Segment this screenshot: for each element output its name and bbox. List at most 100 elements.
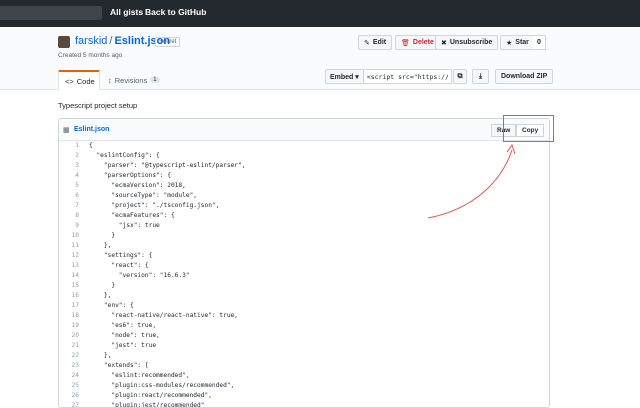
line-content: }, xyxy=(89,242,112,249)
code-line: 9 "jsx": true xyxy=(59,221,549,231)
line-content: "env": { xyxy=(89,302,134,309)
line-content: } xyxy=(89,282,116,289)
code-line: 20 "node": true, xyxy=(59,331,549,341)
tab-revisions[interactable]: ↕ Revisions 1 xyxy=(102,70,166,90)
code-line: 17 "env": { xyxy=(59,301,549,311)
owner-link[interactable]: farskid xyxy=(75,35,107,47)
line-content: "plugin:jest/recommended" xyxy=(89,402,205,408)
line-content: "parser": "@typescript-eslint/parser", xyxy=(89,162,246,169)
line-number[interactable]: 9 xyxy=(59,221,85,231)
line-number[interactable]: 21 xyxy=(59,341,85,351)
code-line: 18 "react-native/react-native": true, xyxy=(59,311,549,321)
code-line: 1{ xyxy=(59,141,549,151)
gist-description: Typescript project setup xyxy=(58,101,138,110)
line-number[interactable]: 12 xyxy=(59,251,85,261)
star-count[interactable]: 0 xyxy=(533,35,546,50)
created-timestamp: Created 5 months ago xyxy=(58,52,123,59)
code-line: 25 "plugin:css-modules/recommended", xyxy=(59,381,549,391)
line-content: }, xyxy=(89,352,112,359)
code-line: 13 "react": { xyxy=(59,261,549,271)
line-number[interactable]: 23 xyxy=(59,361,85,371)
pencil-icon: ✎ xyxy=(364,39,370,47)
line-content: { xyxy=(89,142,93,149)
line-number[interactable]: 19 xyxy=(59,321,85,331)
line-number[interactable]: 3 xyxy=(59,161,85,171)
line-number[interactable]: 15 xyxy=(59,281,85,291)
line-content: "plugin:css-modules/recommended", xyxy=(89,382,235,389)
code-line: 23 "extends": [ xyxy=(59,361,549,371)
edit-label: Edit xyxy=(372,39,387,46)
line-content: } xyxy=(89,232,116,239)
line-content: "ecmaFeatures": { xyxy=(89,212,175,219)
file-container: ▦ Eslint.json Raw Copy 1{2 "eslintConfig… xyxy=(58,118,550,408)
back-to-github-link[interactable]: Back to GitHub xyxy=(145,7,206,17)
line-number[interactable]: 18 xyxy=(59,311,85,321)
file-header: ▦ Eslint.json Raw Copy xyxy=(59,119,549,141)
code-icon: <> xyxy=(65,77,74,86)
line-content: "es6": true, xyxy=(89,322,157,329)
top-nav-bar: All gists Back to GitHub xyxy=(0,0,640,27)
unsubscribe-label: Unsubscribe xyxy=(449,39,493,46)
revisions-count-badge: 1 xyxy=(150,77,160,83)
line-number[interactable]: 22 xyxy=(59,351,85,361)
line-number[interactable]: 27 xyxy=(59,401,85,407)
line-number[interactable]: 1 xyxy=(59,141,85,151)
line-number[interactable]: 24 xyxy=(59,371,85,381)
line-content: "jsx": true xyxy=(89,222,160,229)
line-number[interactable]: 13 xyxy=(59,261,85,271)
line-number[interactable]: 8 xyxy=(59,211,85,221)
title-separator: / xyxy=(109,35,113,47)
copy-embed-button[interactable]: ⧉ xyxy=(453,69,467,84)
download-zip-button[interactable]: Download ZIP xyxy=(495,69,554,84)
star-button[interactable]: ★ Star xyxy=(500,35,535,50)
code-line: 12 "settings": { xyxy=(59,251,549,261)
line-number[interactable]: 20 xyxy=(59,331,85,341)
line-content: "version": "16.6.3" xyxy=(89,272,190,279)
line-number[interactable]: 11 xyxy=(59,241,85,251)
star-icon: ★ xyxy=(506,39,513,47)
line-content: "react-native/react-native": true, xyxy=(89,312,239,319)
line-number[interactable]: 25 xyxy=(59,381,85,391)
delete-label: Delete xyxy=(412,39,434,46)
line-content: "parserOptions": { xyxy=(89,172,171,179)
code-line: 6 "sourceType": "module", xyxy=(59,191,549,201)
avatar[interactable] xyxy=(58,36,70,48)
line-content: "project": "./tsconfig.json", xyxy=(89,202,220,209)
line-number[interactable]: 5 xyxy=(59,181,85,191)
line-content: "ecmaVersion": 2018, xyxy=(89,182,186,189)
search-input[interactable] xyxy=(0,6,102,20)
line-content: "node": true, xyxy=(89,332,160,339)
code-line: 14 "version": "16.6.3" xyxy=(59,271,549,281)
code-file-icon: ▦ xyxy=(63,127,70,134)
delete-button[interactable]: 🗑 Delete xyxy=(395,35,440,50)
secret-badge: Secret xyxy=(155,37,181,47)
line-number[interactable]: 6 xyxy=(59,191,85,201)
code-line: 8 "ecmaFeatures": { xyxy=(59,211,549,221)
line-content: "react": { xyxy=(89,262,149,269)
embed-select[interactable]: Embed ▾ xyxy=(325,69,364,84)
open-desktop-button[interactable]: ⤓ xyxy=(472,69,489,84)
line-number[interactable]: 16 xyxy=(59,291,85,301)
unsubscribe-button[interactable]: ✖ Unsubscribe xyxy=(435,35,499,50)
line-number[interactable]: 7 xyxy=(59,201,85,211)
code-line: 24 "eslint:recommended", xyxy=(59,371,549,381)
code-line: 3 "parser": "@typescript-eslint/parser", xyxy=(59,161,549,171)
clipboard-icon: ⧉ xyxy=(457,72,463,80)
line-content: "eslint:recommended", xyxy=(89,372,190,379)
embed-url-input[interactable] xyxy=(363,69,452,84)
edit-button[interactable]: ✎ Edit xyxy=(358,35,393,50)
code-line: 2 "eslintConfig": { xyxy=(59,151,549,161)
line-number[interactable]: 14 xyxy=(59,271,85,281)
tab-code[interactable]: <> Code xyxy=(58,70,100,91)
line-number[interactable]: 17 xyxy=(59,301,85,311)
file-name-link[interactable]: Eslint.json xyxy=(74,126,109,133)
tab-revisions-label: Revisions xyxy=(114,75,148,85)
line-number[interactable]: 10 xyxy=(59,231,85,241)
code-line: 10 } xyxy=(59,231,549,241)
line-number[interactable]: 2 xyxy=(59,151,85,161)
code-line: 5 "ecmaVersion": 2018, xyxy=(59,181,549,191)
all-gists-link[interactable]: All gists xyxy=(110,7,143,17)
revisions-icon: ↕ xyxy=(108,75,112,85)
line-number[interactable]: 4 xyxy=(59,171,85,181)
tab-code-label: Code xyxy=(76,77,95,86)
